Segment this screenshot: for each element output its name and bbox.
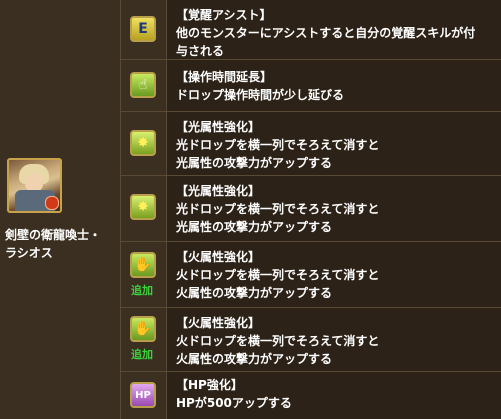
awakening-icon-cell: ✸ xyxy=(121,176,167,241)
awakening-row: ✸ 【光属性強化】 光ドロップを横一列でそろえて消すと 光属性の攻撃力がアップす… xyxy=(121,112,501,176)
awakening-text-line: 光属性の攻撃力がアップする xyxy=(176,220,333,234)
awakening-row: ☝ 【操作時間延長】 ドロップ操作時間が少し延びる xyxy=(121,60,501,112)
awakening-icon-cell: HP xyxy=(121,372,167,419)
awakening-title: 【火属性強化】 xyxy=(176,250,261,264)
icon-glyph: ✸ xyxy=(137,135,149,151)
fire-attribute-icon xyxy=(45,196,59,210)
awakening-text-line: 与される xyxy=(176,44,225,58)
awakening-description: 【火属性強化】 火ドロップを横一列でそろえて消すと 火属性の攻撃力がアップする xyxy=(176,314,495,368)
awakening-description: 【HP強化】 HPが500アップする xyxy=(176,376,495,412)
awakening-text-line: 光属性の攻撃力がアップする xyxy=(176,156,333,170)
awakening-text-line: ドロップ操作時間が少し延びる xyxy=(176,88,345,102)
icon-glyph: HP xyxy=(135,389,151,401)
awakening-text-line: 火属性の攻撃力がアップする xyxy=(176,352,333,366)
added-label: 追加 xyxy=(131,284,153,297)
awakening-row: ✋ 追加 【火属性強化】 火ドロップを横一列でそろえて消すと 火属性の攻撃力がア… xyxy=(121,308,501,372)
fire-row-icon[interactable]: ✋ xyxy=(130,252,156,278)
awakening-icon-cell: ✋ 追加 xyxy=(121,242,167,307)
monster-portrait[interactable] xyxy=(7,158,62,213)
monster-name-line2: ラシオス xyxy=(5,246,53,260)
awakening-title: 【火属性強化】 xyxy=(176,316,261,330)
extend-time-icon[interactable]: ☝ xyxy=(130,72,156,98)
awakening-text-line: 他のモンスターにアシストすると自分の覚醒スキルが付 xyxy=(176,26,476,40)
icon-glyph: ✋ xyxy=(134,321,152,337)
awakening-title: 【覚醒アシスト】 xyxy=(176,8,272,22)
awakening-description: 【光属性強化】 光ドロップを横一列でそろえて消すと 光属性の攻撃力がアップする xyxy=(176,118,495,172)
awakening-icon-cell: E xyxy=(121,0,167,59)
fire-row-icon[interactable]: ✋ xyxy=(130,316,156,342)
monster-column: 剣壁の衛龍喚士・ ラシオス xyxy=(0,0,121,419)
icon-glyph: ✸ xyxy=(137,199,149,215)
awakening-description: 【光属性強化】 光ドロップを横一列でそろえて消すと 光属性の攻撃力がアップする xyxy=(176,182,495,236)
monster-name: 剣壁の衛龍喚士・ ラシオス xyxy=(5,226,117,262)
awakening-table: 剣壁の衛龍喚士・ ラシオス E 【覚醒アシスト】 他のモンスターにアシストすると… xyxy=(0,0,501,419)
light-row-icon[interactable]: ✸ xyxy=(130,194,156,220)
awakening-description: 【操作時間延長】 ドロップ操作時間が少し延びる xyxy=(176,68,495,104)
awakening-icon-cell: ✋ 追加 xyxy=(121,308,167,371)
awakening-title: 【HP強化】 xyxy=(176,378,243,392)
icon-glyph: E xyxy=(138,21,148,37)
awakening-title: 【光属性強化】 xyxy=(176,184,261,198)
awakening-title: 【光属性強化】 xyxy=(176,120,261,134)
awakening-row: ✋ 追加 【火属性強化】 火ドロップを横一列でそろえて消すと 火属性の攻撃力がア… xyxy=(121,242,501,308)
assist-awakening-icon[interactable]: E xyxy=(130,16,156,42)
awakening-row: HP 【HP強化】 HPが500アップする xyxy=(121,372,501,419)
monster-name-line1: 剣壁の衛龍喚士・ xyxy=(5,228,102,242)
added-label: 追加 xyxy=(131,348,153,361)
awakening-description: 【火属性強化】 火ドロップを横一列でそろえて消すと 火属性の攻撃力がアップする xyxy=(176,248,495,302)
awakening-text-line: 火ドロップを横一列でそろえて消すと xyxy=(176,268,380,282)
awakening-row: ✸ 【光属性強化】 光ドロップを横一列でそろえて消すと 光属性の攻撃力がアップす… xyxy=(121,176,501,242)
awakening-title: 【操作時間延長】 xyxy=(176,70,273,84)
awakening-description: 【覚醒アシスト】 他のモンスターにアシストすると自分の覚醒スキルが付 与される xyxy=(176,6,495,60)
awakening-icon-cell: ☝ xyxy=(121,60,167,111)
hp-plus-icon[interactable]: HP xyxy=(130,382,156,408)
light-row-icon[interactable]: ✸ xyxy=(130,130,156,156)
awakening-text-line: 火属性の攻撃力がアップする xyxy=(176,286,333,300)
awakening-text-line: HPが500アップする xyxy=(176,396,292,410)
awakening-row: E 【覚醒アシスト】 他のモンスターにアシストすると自分の覚醒スキルが付 与され… xyxy=(121,0,501,60)
awakening-text-line: 火ドロップを横一列でそろえて消すと xyxy=(176,334,380,348)
icon-glyph: ✋ xyxy=(134,257,152,273)
icon-glyph: ☝ xyxy=(138,77,148,93)
awakening-text-line: 光ドロップを横一列でそろえて消すと xyxy=(176,138,380,152)
awakening-icon-cell: ✸ xyxy=(121,112,167,175)
awakening-text-line: 光ドロップを横一列でそろえて消すと xyxy=(176,202,380,216)
